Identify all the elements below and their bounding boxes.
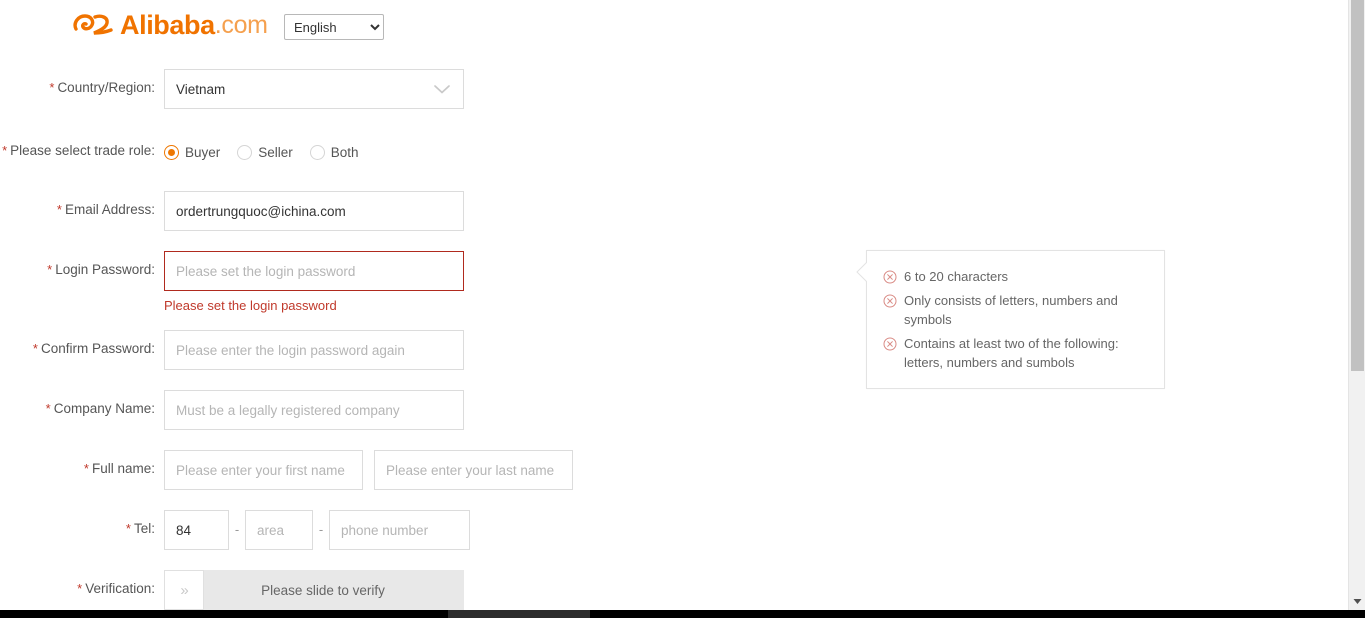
page-header: Alibaba .com English — [0, 0, 1348, 55]
radio-buyer[interactable]: Buyer — [164, 144, 221, 160]
trade-role-radio-group: Buyer Seller Both — [164, 132, 376, 172]
tel-area-input[interactable] — [245, 510, 313, 550]
last-name-input[interactable] — [374, 450, 573, 490]
trade-role-label: * Please select trade role: — [0, 132, 155, 161]
login-password-error: Please set the login password — [164, 298, 337, 313]
required-asterisk: * — [47, 262, 53, 277]
field-row-tel: *Tel: - - — [0, 510, 470, 550]
registration-page: Alibaba .com English * Country/Region: Vie… — [0, 0, 1365, 618]
country-label: * Country/Region: — [0, 69, 155, 98]
login-password-label-text: Login Password: — [55, 262, 155, 277]
full-name-field-area — [164, 450, 573, 490]
login-password-field-area: Please set the login password — [164, 251, 464, 313]
required-asterisk: * — [32, 341, 38, 356]
verification-slider[interactable]: Please slide to verify » — [164, 570, 464, 610]
company-name-label-text: Company Name: — [53, 401, 155, 416]
required-asterisk: * — [56, 202, 62, 217]
company-name-label: * Company Name: — [0, 390, 155, 419]
password-rule-text: Contains at least two of the following: … — [904, 336, 1119, 370]
email-label: * Email Address: — [0, 191, 155, 220]
triangle-down-icon — [1353, 599, 1362, 604]
alibaba-logo[interactable]: Alibaba .com — [72, 8, 268, 42]
radio-seller[interactable]: Seller — [237, 144, 293, 160]
full-name-label-text: Full name: — [91, 461, 155, 476]
login-password-input[interactable] — [164, 251, 464, 291]
email-input[interactable] — [164, 191, 464, 231]
company-name-input[interactable] — [164, 390, 464, 430]
password-requirements-tooltip: 6 to 20 characters Only consists of lett… — [856, 250, 1165, 389]
required-asterisk: * — [125, 521, 131, 536]
tel-label: * Tel: — [0, 510, 155, 539]
email-field-area — [164, 191, 464, 231]
logo-domain-suffix: .com — [214, 10, 268, 39]
field-row-email: * Email Address: — [0, 191, 464, 231]
tel-separator-2: - — [318, 522, 324, 537]
required-asterisk: * — [2, 143, 8, 158]
email-label-text: Email Address: — [64, 202, 155, 217]
field-row-country: * Country/Region: Vietnam — [0, 69, 464, 109]
circle-x-icon — [883, 337, 897, 351]
field-row-verification: * Verification: Please slide to verify » — [0, 570, 464, 610]
trade-role-field-area: Buyer Seller Both — [164, 132, 376, 172]
radio-seller-label: Seller — [258, 144, 293, 160]
confirm-password-field-area — [164, 330, 464, 370]
double-chevron-right-icon: » — [180, 581, 188, 599]
confirm-password-label: * Confirm Password: — [0, 330, 155, 359]
full-name-label: * Full name: — [0, 450, 155, 479]
password-rule-item: Only consists of letters, numbers and sy… — [883, 291, 1150, 329]
tel-field-area: - - — [164, 510, 470, 550]
radio-both-dot[interactable] — [309, 144, 325, 160]
tel-label-text: Tel: — [133, 521, 155, 536]
tel-separator-1: - — [234, 522, 240, 537]
required-asterisk: * — [83, 461, 89, 476]
radio-buyer-label: Buyer — [185, 144, 221, 160]
field-row-login-password: * Login Password: Please set the login pa… — [0, 251, 464, 313]
country-selected-value: Vietnam — [176, 81, 226, 97]
bottom-bar-segment — [448, 610, 590, 618]
radio-buyer-dot[interactable] — [164, 144, 179, 160]
chevron-down-icon — [434, 85, 450, 94]
alibaba-swoosh-icon — [73, 14, 113, 35]
tel-phone-number-input[interactable] — [329, 510, 470, 550]
country-select[interactable]: Vietnam — [164, 69, 464, 109]
password-rule-text: Only consists of letters, numbers and sy… — [904, 293, 1118, 327]
tooltip-pointer-icon — [856, 261, 867, 283]
circle-x-icon — [883, 270, 897, 284]
radio-both-label: Both — [330, 144, 359, 160]
field-row-confirm-password: * Confirm Password: — [0, 330, 464, 370]
country-field-area: Vietnam — [164, 69, 464, 109]
radio-both[interactable]: Both — [309, 144, 359, 160]
circle-x-icon — [883, 294, 897, 308]
required-asterisk: * — [77, 581, 83, 596]
radio-seller-dot[interactable] — [237, 144, 253, 160]
first-name-input[interactable] — [164, 450, 363, 490]
verification-slider-handle[interactable]: » — [164, 570, 204, 610]
verification-label-text: Verification: — [85, 581, 155, 596]
field-row-full-name: * Full name: — [0, 450, 573, 490]
verification-slider-text: Please slide to verify — [261, 582, 385, 598]
vertical-scrollbar[interactable] — [1348, 0, 1365, 610]
bottom-bar — [0, 610, 1365, 618]
country-label-text: Country/Region: — [57, 80, 155, 95]
password-rule-text: 6 to 20 characters — [904, 269, 1009, 284]
confirm-password-input[interactable] — [164, 330, 464, 370]
tel-country-code-input[interactable] — [164, 510, 229, 550]
verification-field-area: Please slide to verify » — [164, 570, 464, 610]
logo-wordmark: Alibaba — [120, 9, 215, 40]
field-row-trade-role: * Please select trade role: Buyer Seller … — [0, 132, 376, 172]
confirm-password-label-text: Confirm Password: — [40, 341, 155, 356]
company-name-field-area — [164, 390, 464, 430]
verification-label: * Verification: — [0, 570, 155, 599]
login-password-label: * Login Password: — [0, 251, 155, 280]
required-asterisk: * — [45, 401, 51, 416]
trade-role-label-text: Please select trade role: — [10, 143, 155, 158]
language-select[interactable]: English — [284, 14, 384, 40]
required-asterisk: * — [49, 80, 55, 95]
field-row-company-name: * Company Name: — [0, 390, 464, 430]
scrollbar-down-button[interactable] — [1349, 593, 1365, 610]
password-rule-item: Contains at least two of the following: … — [883, 334, 1150, 372]
password-rule-item: 6 to 20 characters — [883, 267, 1150, 286]
scrollbar-thumb[interactable] — [1351, 0, 1364, 371]
